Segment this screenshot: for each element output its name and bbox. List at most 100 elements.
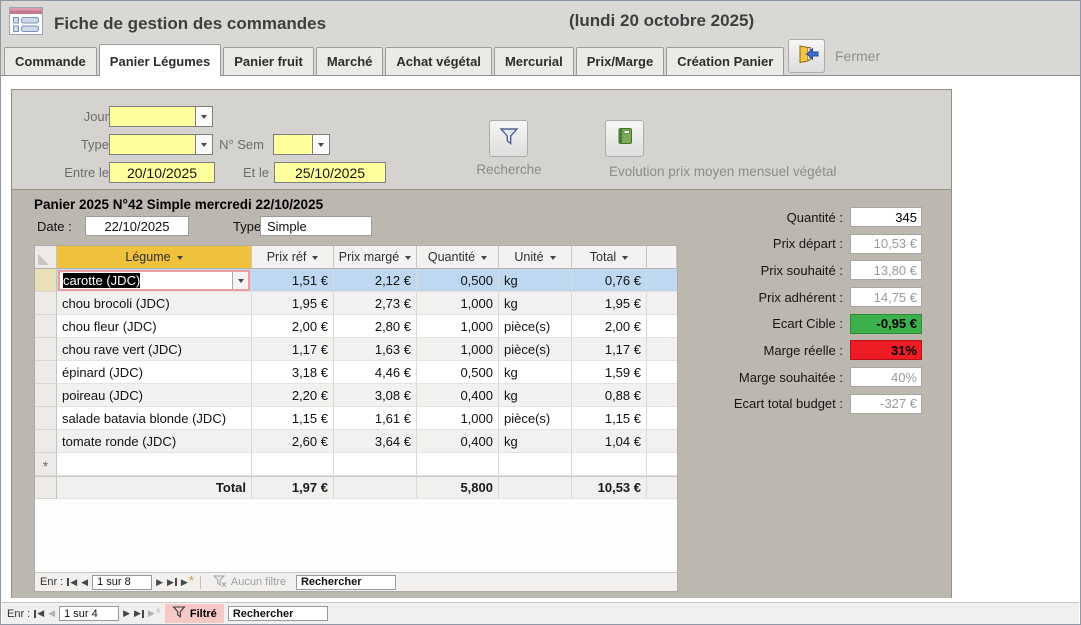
cell-prix-marge[interactable]: 4,46 € <box>334 361 417 384</box>
cell-total[interactable]: 0,76 € <box>572 269 647 292</box>
new-record-button[interactable]: ▶* <box>148 609 161 618</box>
cell-total[interactable]: 1,95 € <box>572 292 647 315</box>
cell-prix-ref[interactable]: 2,20 € <box>252 384 334 407</box>
tab-commande[interactable]: Commande <box>4 47 97 75</box>
jour-combobox[interactable] <box>109 106 213 127</box>
filtered-toggle[interactable]: Filtré <box>165 604 224 623</box>
subform-search-box[interactable]: Rechercher <box>296 575 396 590</box>
empty-cell[interactable] <box>252 453 334 476</box>
row-selector[interactable] <box>35 361 57 384</box>
cell-legume[interactable]: chou rave vert (JDC) <box>57 338 252 361</box>
type-combobox[interactable] <box>109 134 213 155</box>
tab-panier-fruit[interactable]: Panier fruit <box>223 47 314 75</box>
cell-prix-marge[interactable]: 1,61 € <box>334 407 417 430</box>
cell-quantite[interactable]: 1,000 <box>417 315 499 338</box>
cell-legume[interactable]: chou brocoli (JDC) <box>57 292 252 315</box>
column-dropdown-icon[interactable] <box>550 256 556 263</box>
type-field[interactable]: Simple <box>260 216 372 236</box>
next-record-button[interactable]: ▶ <box>123 609 130 618</box>
cell-total[interactable]: 1,15 € <box>572 407 647 430</box>
cell-quantite[interactable]: 0,500 <box>417 269 499 292</box>
empty-cell[interactable] <box>334 453 417 476</box>
empty-cell[interactable] <box>499 453 572 476</box>
empty-cell[interactable] <box>572 453 647 476</box>
cell-prix-marge[interactable]: 3,08 € <box>334 384 417 407</box>
chevron-down-icon[interactable] <box>312 135 329 154</box>
sem-combobox[interactable] <box>273 134 330 155</box>
cell-prix-marge[interactable]: 2,73 € <box>334 292 417 315</box>
cell-unite[interactable]: kg <box>499 292 572 315</box>
last-record-button[interactable]: ▶ <box>167 578 177 587</box>
column-header-prix-r-f[interactable]: Prix réf <box>252 246 334 269</box>
cell-quantite[interactable]: 0,500 <box>417 361 499 384</box>
empty-cell[interactable] <box>57 453 252 476</box>
column-dropdown-icon[interactable] <box>177 256 183 263</box>
next-record-button[interactable]: ▶ <box>156 578 163 587</box>
row-selector[interactable] <box>35 384 57 407</box>
tab-march-[interactable]: Marché <box>316 47 384 75</box>
row-selector[interactable] <box>35 292 57 315</box>
cell-legume[interactable]: épinard (JDC) <box>57 361 252 384</box>
cell-prix-ref[interactable]: 1,15 € <box>252 407 334 430</box>
new-row-selector[interactable]: * <box>35 453 57 476</box>
record-position-box[interactable]: 1 sur 4 <box>59 606 119 621</box>
cell-total[interactable]: 2,00 € <box>572 315 647 338</box>
cell-prix-marge[interactable]: 2,12 € <box>334 269 417 292</box>
cell-legume[interactable]: carotte (JDC) <box>57 269 252 292</box>
cell-unite[interactable]: kg <box>499 384 572 407</box>
tab-prix-marge[interactable]: Prix/Marge <box>576 47 664 75</box>
legume-combobox[interactable]: carotte (JDC) <box>58 270 250 291</box>
tab-mercurial[interactable]: Mercurial <box>494 47 574 75</box>
previous-record-button[interactable]: ◀ <box>81 578 88 587</box>
search-button[interactable] <box>489 120 528 157</box>
cell-prix-marge[interactable]: 1,63 € <box>334 338 417 361</box>
cell-total[interactable]: 0,88 € <box>572 384 647 407</box>
column-dropdown-icon[interactable] <box>405 256 411 263</box>
first-record-button[interactable]: ◀ <box>67 578 77 587</box>
cell-unite[interactable]: pièce(s) <box>499 315 572 338</box>
cell-prix-ref[interactable]: 1,17 € <box>252 338 334 361</box>
column-dropdown-icon[interactable] <box>312 256 318 263</box>
new-record-button[interactable]: ▶* <box>181 578 194 587</box>
column-header-total[interactable]: Total <box>572 246 647 269</box>
cell-prix-ref[interactable]: 3,18 € <box>252 361 334 384</box>
date-field[interactable]: 22/10/2025 <box>85 216 189 236</box>
cell-legume[interactable]: poireau (JDC) <box>57 384 252 407</box>
cell-unite[interactable]: kg <box>499 430 572 453</box>
cell-quantite[interactable]: 1,000 <box>417 338 499 361</box>
no-filter-toggle[interactable]: Aucun filtre <box>207 575 292 590</box>
select-all-cell[interactable] <box>35 246 57 269</box>
column-dropdown-icon[interactable] <box>622 256 628 263</box>
cell-prix-marge[interactable]: 3,64 € <box>334 430 417 453</box>
cell-quantite[interactable]: 0,400 <box>417 430 499 453</box>
cell-legume[interactable]: tomate ronde (JDC) <box>57 430 252 453</box>
chevron-down-icon[interactable] <box>232 272 248 289</box>
datasheet-empty-area[interactable] <box>35 499 677 572</box>
tab-achat-v-g-tal[interactable]: Achat végétal <box>385 47 492 75</box>
row-selector[interactable] <box>35 407 57 430</box>
chevron-down-icon[interactable] <box>195 135 212 154</box>
cell-prix-marge[interactable]: 2,80 € <box>334 315 417 338</box>
form-search-box[interactable]: Rechercher <box>228 606 328 621</box>
cell-unite[interactable]: pièce(s) <box>499 338 572 361</box>
tab-panier-l-gumes[interactable]: Panier Légumes <box>99 44 221 76</box>
tab-cr-ation-panier[interactable]: Création Panier <box>666 47 784 75</box>
close-form-button[interactable] <box>788 39 825 73</box>
column-dropdown-icon[interactable] <box>481 256 487 263</box>
legume-combobox-value[interactable]: carotte (JDC) <box>60 273 232 288</box>
cell-unite[interactable]: kg <box>499 269 572 292</box>
chevron-down-icon[interactable] <box>195 107 212 126</box>
empty-cell[interactable] <box>647 453 677 476</box>
cell-quantite[interactable]: 0,400 <box>417 384 499 407</box>
cell-unite[interactable]: kg <box>499 361 572 384</box>
column-header-prix-marg-[interactable]: Prix margé <box>334 246 417 269</box>
column-header-l-gume[interactable]: Légume <box>57 246 252 269</box>
cell-quantite[interactable]: 1,000 <box>417 292 499 315</box>
cell-total[interactable]: 1,59 € <box>572 361 647 384</box>
column-header-unit-[interactable]: Unité <box>499 246 572 269</box>
column-header-quantit-[interactable]: Quantité <box>417 246 499 269</box>
summary-field-quantit[interactable]: 345 <box>850 207 922 227</box>
cell-prix-ref[interactable]: 1,51 € <box>252 269 334 292</box>
row-selector[interactable] <box>35 315 57 338</box>
from-date-field[interactable]: 20/10/2025 <box>109 162 215 183</box>
